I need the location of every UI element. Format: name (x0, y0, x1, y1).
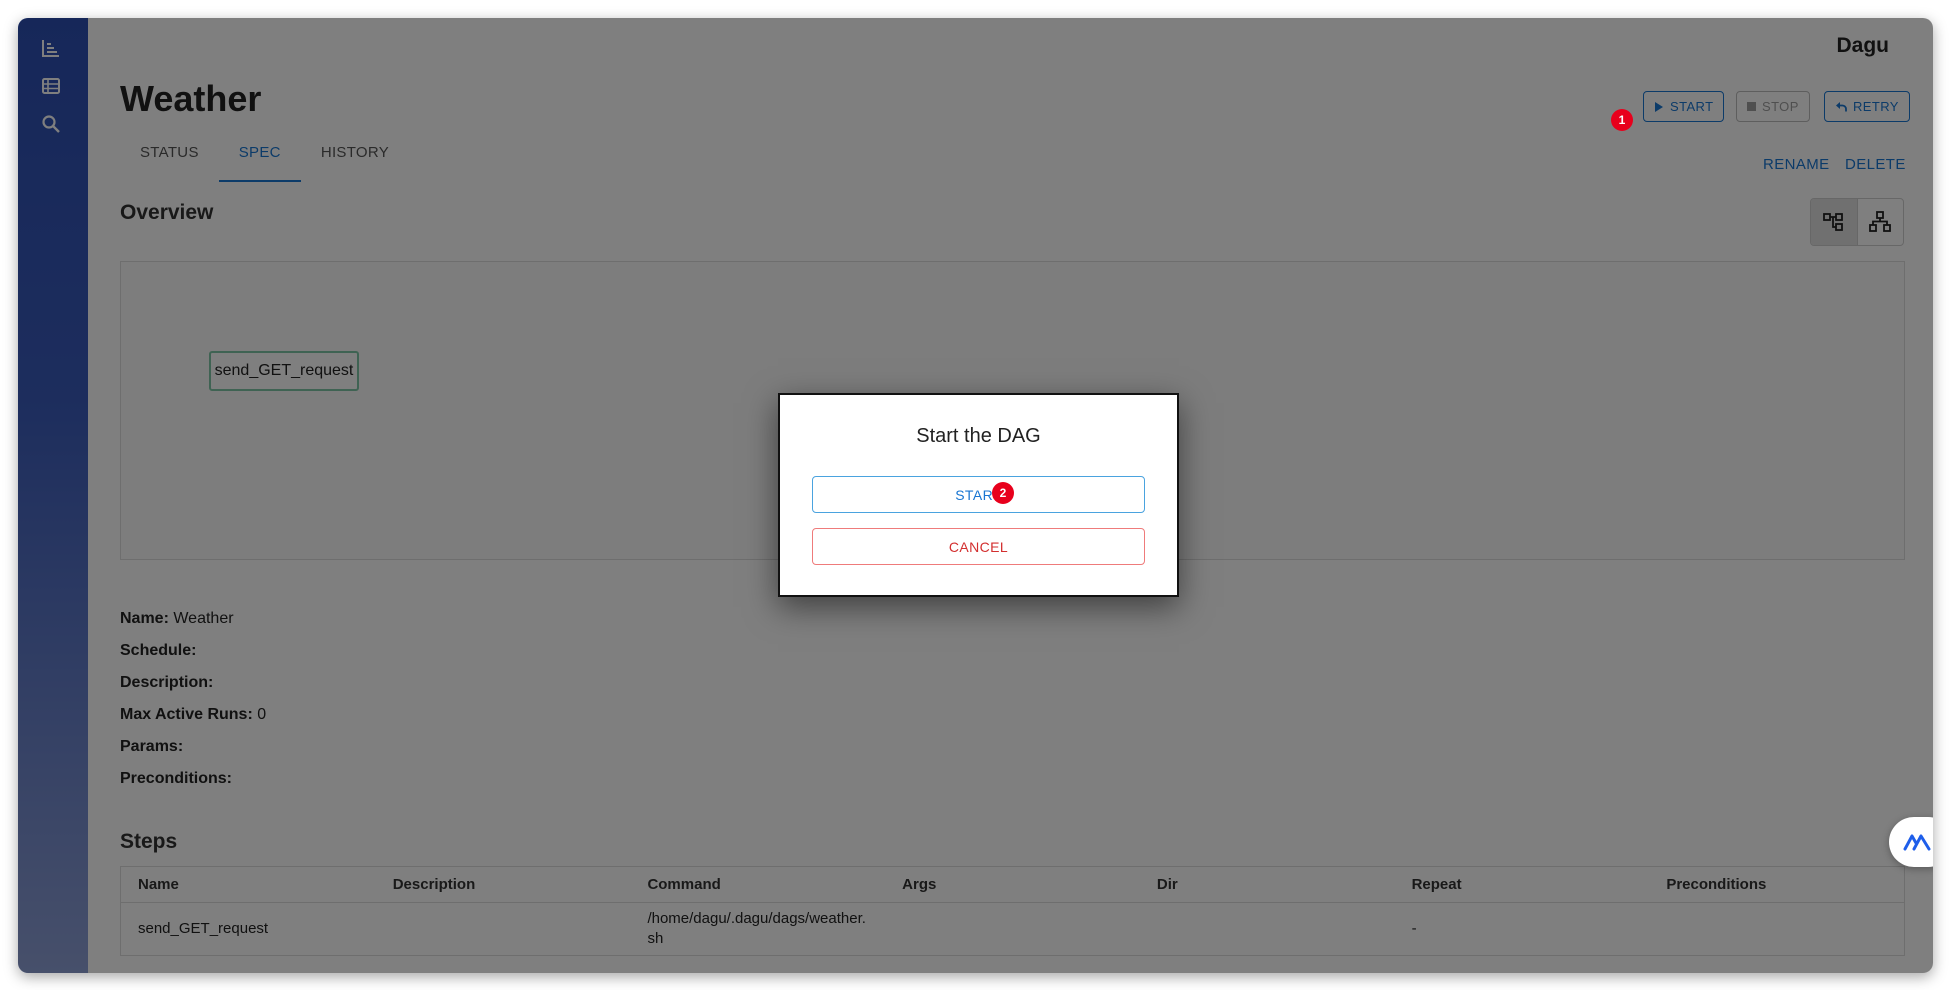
dialog-title: Start the DAG (916, 425, 1041, 447)
app-window: Dagu Weather STATUS SPEC HISTORY START S… (18, 18, 1933, 973)
start-dag-dialog: Start the DAG START 2 CANCEL (778, 393, 1179, 597)
assistant-icon (1903, 834, 1931, 851)
dialog-start-button[interactable]: START (812, 476, 1145, 513)
assistant-button[interactable] (1889, 817, 1933, 867)
dialog-cancel-button[interactable]: CANCEL (812, 528, 1145, 565)
annotation-badge-1: 1 (1611, 109, 1633, 131)
annotation-badge-2: 2 (992, 482, 1014, 504)
